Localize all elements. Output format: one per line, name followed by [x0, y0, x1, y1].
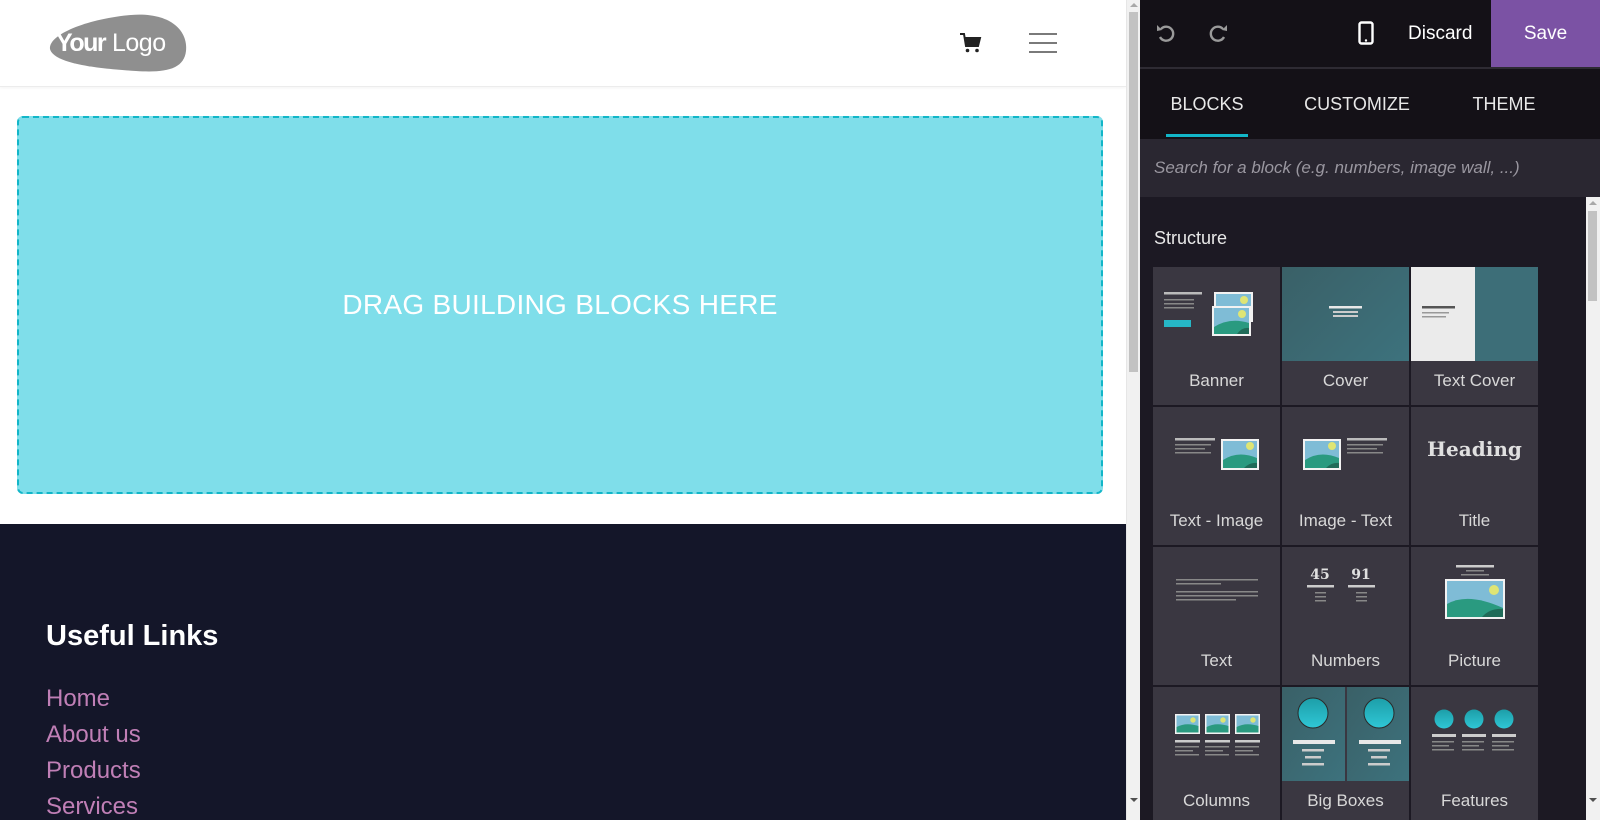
scrollbar-thumb[interactable] [1129, 12, 1138, 372]
preview-scrollbar[interactable] [1126, 0, 1140, 820]
save-button[interactable]: Save [1491, 0, 1600, 67]
menu-line [1029, 42, 1057, 44]
blocks-panel-scrollbar[interactable] [1586, 197, 1600, 820]
text-cover-thumbnail-icon [1411, 267, 1538, 361]
block-search-input[interactable] [1154, 158, 1584, 178]
cart-button[interactable] [958, 30, 984, 56]
block-label: Text Cover [1433, 371, 1516, 390]
scroll-up-arrow-icon[interactable] [1589, 201, 1597, 205]
logo-image: Your Logo [49, 14, 187, 72]
block-big-boxes[interactable]: Big Boxes [1282, 687, 1409, 820]
big-boxes-thumbnail-icon [1282, 687, 1409, 781]
scroll-down-arrow-icon[interactable] [1589, 798, 1597, 802]
block-label: Numbers [1311, 651, 1380, 670]
discard-button[interactable]: Discard [1398, 0, 1482, 67]
redo-button[interactable] [1205, 20, 1231, 46]
block-cover[interactable]: Cover [1282, 267, 1409, 405]
editor-panel: Discard Save BLOCKS CUSTOMIZE THEME Stru… [1140, 0, 1600, 820]
footer-link-home[interactable]: Home [46, 681, 141, 717]
editor-toolbar: Discard Save [1140, 0, 1600, 69]
columns-thumbnail-icon [1153, 687, 1280, 781]
footer-link-services[interactable]: Services [46, 789, 141, 820]
cover-thumbnail-icon [1282, 267, 1409, 361]
block-label: Text [1200, 651, 1233, 670]
block-image-text[interactable]: Image - Text [1282, 407, 1409, 545]
footer-link-about-us[interactable]: About us [46, 717, 141, 753]
block-text-cover[interactable]: Text Cover [1411, 267, 1538, 405]
menu-line [1029, 51, 1057, 53]
block-label: Columns [1182, 791, 1251, 810]
footer-links: Home About us Products Services [46, 681, 141, 820]
hamburger-menu-button[interactable] [1027, 28, 1059, 58]
text-image-thumbnail-icon [1153, 407, 1280, 501]
heading-sample-text: Heading [1427, 437, 1522, 461]
number-sample: 45 [1310, 567, 1329, 583]
block-text-image[interactable]: Text - Image [1153, 407, 1280, 545]
scroll-down-arrow-icon[interactable] [1130, 798, 1138, 802]
banner-thumbnail-icon [1153, 267, 1280, 361]
tab-blocks[interactable]: BLOCKS [1166, 69, 1248, 139]
logo[interactable]: Your Logo [46, 13, 187, 73]
features-thumbnail-icon [1411, 687, 1538, 781]
section-title: Structure [1154, 228, 1228, 248]
drop-zone[interactable]: DRAG BUILDING BLOCKS HERE [17, 116, 1103, 494]
block-label: Title [1458, 511, 1491, 530]
image-text-thumbnail-icon [1282, 407, 1409, 501]
site-footer: Useful Links Home About us Products Serv… [0, 524, 1126, 820]
footer-title: Useful Links [46, 620, 219, 652]
tab-theme[interactable]: THEME [1470, 69, 1538, 139]
mobile-preview-button[interactable] [1353, 20, 1379, 46]
undo-icon [1157, 25, 1175, 42]
block-picture[interactable]: Picture [1411, 547, 1538, 685]
site-header: Your Logo [0, 0, 1126, 87]
scroll-up-arrow-icon[interactable] [1130, 3, 1138, 7]
blocks-grid: Banner Cover Text Cover Text - Image Ima… [1153, 267, 1542, 820]
logo-text-light: Logo [112, 29, 166, 57]
block-text[interactable]: Text [1153, 547, 1280, 685]
block-features[interactable]: Features [1411, 687, 1538, 820]
redo-icon [1209, 25, 1227, 42]
logo-text-bold: Your [56, 29, 107, 57]
tab-customize[interactable]: CUSTOMIZE [1302, 69, 1412, 139]
block-label: Big Boxes [1307, 791, 1384, 810]
block-numbers[interactable]: 45 91 Numbers [1282, 547, 1409, 685]
undo-button[interactable] [1153, 20, 1179, 46]
picture-thumbnail-icon [1411, 547, 1538, 641]
cart-icon [960, 33, 982, 53]
block-title[interactable]: Heading Title [1411, 407, 1538, 545]
footer-link-products[interactable]: Products [46, 753, 141, 789]
block-label: Banner [1189, 371, 1244, 390]
block-label: Features [1440, 791, 1509, 810]
blocks-panel: Structure Banner Cover Text Cover Text -… [1140, 197, 1586, 820]
menu-line [1029, 33, 1057, 35]
numbers-thumbnail-icon: 45 91 [1282, 547, 1409, 641]
title-thumbnail-icon: Heading [1411, 407, 1538, 501]
website-preview: Your Logo DRAG BUILDING BLOCKS HERE Usef… [0, 0, 1126, 820]
block-label: Cover [1322, 371, 1369, 390]
drop-zone-label: DRAG BUILDING BLOCKS HERE [342, 289, 778, 320]
block-label: Picture [1448, 651, 1501, 670]
block-label: Text - Image [1169, 511, 1264, 530]
text-thumbnail-icon [1153, 547, 1280, 641]
block-banner[interactable]: Banner [1153, 267, 1280, 405]
scrollbar-thumb[interactable] [1588, 211, 1597, 301]
number-sample: 91 [1351, 567, 1370, 583]
block-label: Image - Text [1298, 511, 1393, 530]
editor-tabs: BLOCKS CUSTOMIZE THEME [1140, 69, 1600, 139]
block-columns[interactable]: Columns [1153, 687, 1280, 820]
block-search [1140, 139, 1600, 197]
mobile-preview-icon [1358, 21, 1374, 45]
